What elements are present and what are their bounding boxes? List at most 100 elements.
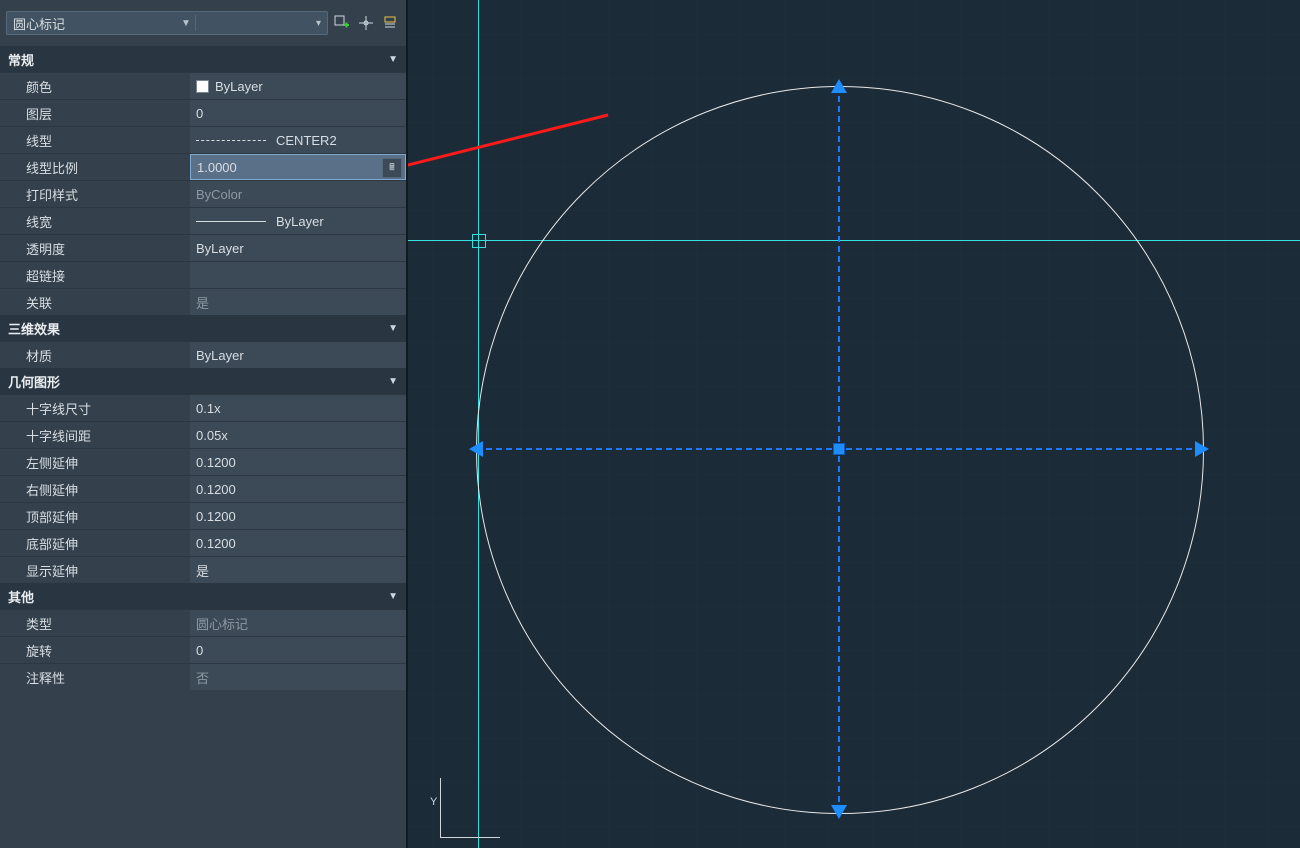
grip-center[interactable] <box>833 443 845 455</box>
grip-arrow-left[interactable] <box>469 441 483 457</box>
section-title: 常规 <box>8 50 34 69</box>
prop-value-ltscale-input[interactable]: 1.0000 🖩 <box>190 154 406 180</box>
prop-row-ltscale[interactable]: 线型比例 1.0000 🖩 <box>0 153 406 180</box>
transparency-value-text: ByLayer <box>196 241 244 256</box>
prop-value-transparency[interactable]: ByLayer <box>190 235 406 261</box>
ucs-x-axis-icon <box>440 837 500 838</box>
prop-label: 透明度 <box>0 239 190 258</box>
menu-down-icon: ▾ <box>316 18 321 29</box>
prop-row-material[interactable]: 材质 ByLayer <box>0 341 406 368</box>
prop-row-layer[interactable]: 图层 0 <box>0 99 406 126</box>
bottomext-value-text: 0.1200 <box>196 536 236 551</box>
prop-label: 显示延伸 <box>0 561 190 580</box>
properties-panel: 圆心标记 ▼ ▾ 常规 ▼ 颜色 ByLayer 图层 0 线型 <box>0 0 408 848</box>
prop-label: 线型 <box>0 131 190 150</box>
prop-label: 右侧延伸 <box>0 480 190 499</box>
prop-row-leftext[interactable]: 左侧延伸 0.1200 <box>0 448 406 475</box>
prop-value-showext[interactable]: 是 <box>190 557 406 583</box>
prop-label: 打印样式 <box>0 185 190 204</box>
prop-value-hyperlink[interactable] <box>190 262 406 288</box>
layer-value-text: 0 <box>196 106 203 121</box>
prop-label: 左侧延伸 <box>0 453 190 472</box>
center-mark-entity[interactable] <box>476 86 1202 812</box>
prop-label: 十字线尺寸 <box>0 399 190 418</box>
section-title: 三维效果 <box>8 319 60 338</box>
prop-label: 顶部延伸 <box>0 507 190 526</box>
prop-value-rightext[interactable]: 0.1200 <box>190 476 406 502</box>
type-value-text: 圆心标记 <box>196 614 248 633</box>
prop-row-lineweight[interactable]: 线宽 ByLayer <box>0 207 406 234</box>
prop-value-crossgap[interactable]: 0.05x <box>190 422 406 448</box>
prop-row-rotation[interactable]: 旋转 0 <box>0 636 406 663</box>
linetype-value-text: CENTER2 <box>276 133 337 148</box>
filter-icon[interactable] <box>380 13 400 33</box>
section-header-misc[interactable]: 其他 ▼ <box>0 583 406 609</box>
prop-row-associative: 关联 是 <box>0 288 406 315</box>
rightext-value-text: 0.1200 <box>196 482 236 497</box>
quick-select-icon[interactable] <box>332 13 352 33</box>
crosssize-value-text: 0.1x <box>196 401 221 416</box>
prop-value-topext[interactable]: 0.1200 <box>190 503 406 529</box>
chevron-down-icon: ▼ <box>388 376 398 387</box>
drawing-canvas[interactable]: Y <box>408 0 1300 848</box>
prop-row-hyperlink[interactable]: 超链接 <box>0 261 406 288</box>
showext-value-text: 是 <box>196 561 209 580</box>
crossgap-value-text: 0.05x <box>196 428 228 443</box>
prop-value-type: 圆心标记 <box>190 610 406 636</box>
prop-label: 底部延伸 <box>0 534 190 553</box>
prop-value-leftext[interactable]: 0.1200 <box>190 449 406 475</box>
section-header-geometry[interactable]: 几何图形 ▼ <box>0 368 406 394</box>
prop-label: 注释性 <box>0 668 190 687</box>
prop-row-bottomext[interactable]: 底部延伸 0.1200 <box>0 529 406 556</box>
prop-value-crosssize[interactable]: 0.1x <box>190 395 406 421</box>
prop-value-material[interactable]: ByLayer <box>190 342 406 368</box>
prop-label: 图层 <box>0 104 190 123</box>
prop-label: 颜色 <box>0 77 190 96</box>
color-swatch-icon <box>196 80 209 93</box>
grip-arrow-bottom[interactable] <box>831 805 847 819</box>
pickpoint-icon[interactable] <box>356 13 376 33</box>
prop-row-crosssize[interactable]: 十字线尺寸 0.1x <box>0 394 406 421</box>
grip-arrow-top[interactable] <box>831 79 847 93</box>
prop-row-plotstyle: 打印样式 ByColor <box>0 180 406 207</box>
calculator-icon[interactable]: 🖩 <box>382 158 402 178</box>
prop-row-annotative: 注释性 否 <box>0 663 406 690</box>
prop-value-linetype[interactable]: CENTER2 <box>190 127 406 153</box>
prop-row-color[interactable]: 颜色 ByLayer <box>0 72 406 99</box>
annotative-value-text: 否 <box>196 668 209 687</box>
dropdown-divider <box>195 15 196 31</box>
prop-label: 材质 <box>0 346 190 365</box>
grip-arrow-right[interactable] <box>1195 441 1209 457</box>
lineweight-value-text: ByLayer <box>276 214 324 229</box>
prop-value-layer[interactable]: 0 <box>190 100 406 126</box>
prop-row-transparency[interactable]: 透明度 ByLayer <box>0 234 406 261</box>
color-value-text: ByLayer <box>215 79 263 94</box>
prop-value-bottomext[interactable]: 0.1200 <box>190 530 406 556</box>
prop-label: 线宽 <box>0 212 190 231</box>
lineweight-preview-icon <box>196 221 266 222</box>
prop-label: 关联 <box>0 293 190 312</box>
dropdown-selected-label: 圆心标记 <box>13 14 65 33</box>
object-type-dropdown[interactable]: 圆心标记 ▼ ▾ <box>6 11 328 35</box>
prop-row-linetype[interactable]: 线型 CENTER2 <box>0 126 406 153</box>
prop-value-lineweight[interactable]: ByLayer <box>190 208 406 234</box>
prop-row-topext[interactable]: 顶部延伸 0.1200 <box>0 502 406 529</box>
topext-value-text: 0.1200 <box>196 509 236 524</box>
ucs-y-label: Y <box>430 796 437 808</box>
prop-row-crossgap[interactable]: 十字线间距 0.05x <box>0 421 406 448</box>
panel-top-row: 圆心标记 ▼ ▾ <box>0 0 406 46</box>
prop-row-rightext[interactable]: 右侧延伸 0.1200 <box>0 475 406 502</box>
section-header-general[interactable]: 常规 ▼ <box>0 46 406 72</box>
associative-value-text: 是 <box>196 293 209 312</box>
prop-row-showext[interactable]: 显示延伸 是 <box>0 556 406 583</box>
chevron-down-icon: ▼ <box>181 18 191 29</box>
chevron-down-icon: ▼ <box>388 323 398 334</box>
section-header-3d[interactable]: 三维效果 ▼ <box>0 315 406 341</box>
prop-row-type: 类型 圆心标记 <box>0 609 406 636</box>
prop-value-color[interactable]: ByLayer <box>190 73 406 99</box>
prop-value-annotative: 否 <box>190 664 406 690</box>
section-title: 其他 <box>8 587 34 606</box>
section-title: 几何图形 <box>8 372 60 391</box>
prop-label: 线型比例 <box>0 158 190 177</box>
prop-value-rotation[interactable]: 0 <box>190 637 406 663</box>
